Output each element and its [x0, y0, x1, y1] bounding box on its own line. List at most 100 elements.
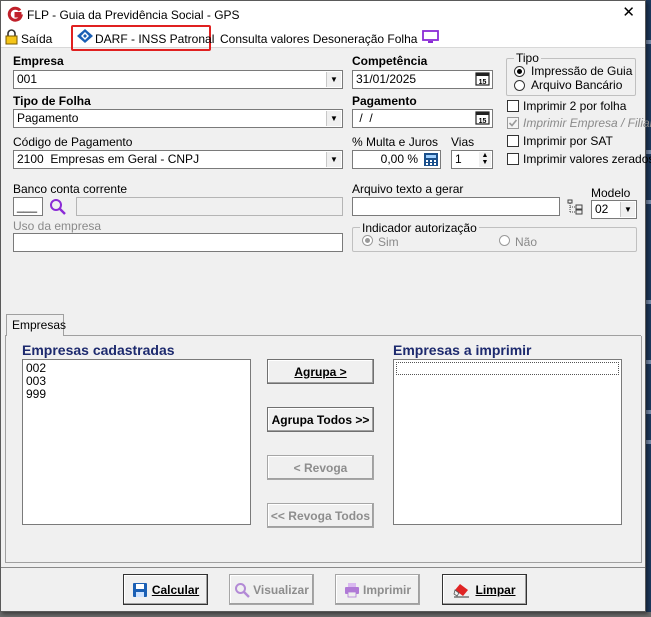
lock-icon	[5, 29, 18, 45]
svg-text:15: 15	[479, 79, 487, 86]
darf-icon	[77, 29, 93, 43]
empresas-imprimir-list[interactable]	[393, 359, 622, 525]
uso-empresa-field[interactable]	[13, 233, 343, 252]
empresas-cadastradas-list[interactable]: 002 003 999	[22, 359, 251, 525]
imprimir-zerados-label: Imprimir valores zerados	[523, 152, 651, 166]
chevron-down-icon[interactable]: ▼	[326, 111, 341, 126]
indicador-sim-radio[interactable]	[362, 235, 373, 246]
agrupa-button[interactable]: Agrupa >	[267, 359, 374, 384]
pagamento-value: / /	[356, 111, 373, 125]
imprimir-2-folha-checkbox[interactable]	[507, 100, 519, 112]
background-window-edge	[646, 0, 651, 617]
imprimir-button[interactable]: Imprimir	[335, 574, 420, 605]
list-item[interactable]: 003	[23, 375, 250, 388]
uso-empresa-label: Uso da empresa	[13, 219, 102, 233]
arquivo-texto-label: Arquivo texto a gerar	[352, 182, 464, 196]
close-icon[interactable]: ✕	[622, 5, 635, 21]
revoga-label: < Revoga	[293, 460, 348, 475]
svg-text:15: 15	[479, 118, 487, 125]
darf-inss-patronal-button[interactable]: DARF - INSS Patronal	[95, 30, 214, 48]
background-taskbar-edge	[0, 612, 651, 617]
gps-window: FLP - Guia da Previdência Social - GPS ✕…	[0, 0, 651, 612]
banco-code-field[interactable]: ___	[13, 197, 43, 216]
tipo-folha-label: Tipo de Folha	[13, 94, 91, 108]
imprimir-label: Imprimir	[362, 582, 411, 597]
saida-button[interactable]: Saída	[21, 30, 52, 48]
visualizar-button[interactable]: Visualizar	[229, 574, 314, 605]
list-item[interactable]: 002	[23, 362, 250, 375]
revoga-todos-button[interactable]: << Revoga Todos	[267, 503, 374, 528]
banco-name-field	[76, 197, 343, 216]
eraser-icon	[454, 583, 470, 597]
limpar-button[interactable]: Limpar	[442, 574, 527, 605]
pagamento-field[interactable]: / / 15	[352, 109, 493, 128]
checkmark-icon	[508, 119, 518, 127]
imprimir-sat-checkbox[interactable]	[507, 135, 519, 147]
revoga-button[interactable]: < Revoga	[267, 455, 374, 480]
monitor-icon[interactable]	[422, 30, 439, 44]
revoga-todos-label: << Revoga Todos	[270, 508, 371, 523]
impressao-guia-radio[interactable]	[514, 66, 525, 77]
imprimir-empresa-filial-label: Imprimir Empresa / Filial	[523, 116, 651, 130]
title-bar: FLP - Guia da Previdência Social - GPS ✕	[1, 1, 645, 28]
calendar-icon[interactable]: 15	[475, 72, 491, 87]
agrupa-label: Agrupa >	[294, 364, 347, 379]
imprimir-empresa-filial-checkbox[interactable]	[507, 117, 519, 129]
vias-label: Vias	[451, 135, 475, 149]
imprimir-sat-label: Imprimir por SAT	[523, 134, 613, 148]
tipo-folha-value: Pagamento	[17, 111, 79, 125]
indicador-title: Indicador autorização	[360, 221, 479, 235]
pagamento-label: Pagamento	[352, 94, 417, 108]
printer-icon	[344, 582, 359, 597]
chevron-down-icon[interactable]: ▼	[620, 202, 635, 217]
multa-juros-label: % Multa e Juros	[352, 135, 439, 149]
search-icon[interactable]	[49, 198, 67, 216]
agrupa-todos-button[interactable]: Agrupa Todos >>	[267, 407, 374, 432]
calculator-icon[interactable]	[423, 152, 439, 167]
focus-rect	[396, 362, 619, 375]
visualizar-label: Visualizar	[253, 582, 309, 597]
agrupa-todos-label: Agrupa Todos >>	[271, 412, 370, 427]
imprimir-zerados-checkbox[interactable]	[507, 153, 519, 165]
chevron-down-icon[interactable]: ▼	[326, 72, 341, 87]
save-disk-icon	[132, 582, 147, 597]
impressao-guia-label: Impressão de Guia	[531, 64, 633, 78]
tab-empresas-label: Empresas	[12, 318, 67, 332]
consulta-desoneracao-button[interactable]: Consulta valores Desoneração Folha	[220, 30, 417, 48]
modelo-value: 02	[595, 202, 609, 216]
codigo-pagamento-label: Código de Pagamento	[13, 135, 133, 149]
codigo-pagamento-value: 2100 Empresas em Geral - CNPJ	[17, 152, 200, 166]
competencia-value: 31/01/2025	[356, 72, 417, 86]
multa-juros-field[interactable]: 0,00 %	[352, 150, 441, 169]
spin-arrows-icon[interactable]: ▲ ▼	[479, 152, 491, 167]
modelo-select[interactable]: 02 ▼	[591, 200, 637, 219]
empresas-imprimir-title: Empresas a imprimir	[393, 342, 532, 358]
empresas-cadastradas-title: Empresas cadastradas	[22, 342, 175, 358]
competencia-field[interactable]: 31/01/2025 15	[352, 70, 493, 89]
vias-stepper[interactable]: 1 ▲ ▼	[451, 150, 493, 169]
folder-tree-icon[interactable]	[567, 199, 583, 215]
indicador-nao-label: Não	[515, 235, 538, 249]
empresa-label: Empresa	[13, 54, 64, 68]
codigo-pagamento-select[interactable]: 2100 Empresas em Geral - CNPJ ▼	[13, 150, 343, 169]
empresa-select[interactable]: 001 ▼	[13, 70, 343, 89]
indicador-nao-radio[interactable]	[499, 235, 510, 246]
empresa-value: 001	[17, 72, 38, 86]
arquivo-bancario-radio[interactable]	[514, 80, 525, 91]
banco-label: Banco conta corrente	[13, 182, 128, 196]
list-item[interactable]: 999	[23, 388, 250, 401]
arquivo-texto-field[interactable]	[352, 197, 560, 216]
calcular-button[interactable]: Calcular	[123, 574, 208, 605]
tab-empresas[interactable]: Empresas	[6, 314, 67, 336]
banco-code-value: ___	[17, 199, 38, 213]
limpar-label: Limpar	[475, 582, 516, 597]
indicador-sim-label: Sim	[378, 235, 399, 249]
arquivo-bancario-label: Arquivo Bancário	[531, 78, 623, 92]
calendar-icon[interactable]: 15	[475, 111, 491, 126]
calcular-label: Calcular	[151, 582, 200, 597]
chevron-down-icon[interactable]: ▼	[326, 152, 341, 167]
app-logo-icon	[7, 6, 23, 22]
competencia-label: Competência	[352, 54, 428, 68]
tipo-folha-select[interactable]: Pagamento ▼	[13, 109, 343, 128]
footer-separator	[1, 567, 645, 568]
